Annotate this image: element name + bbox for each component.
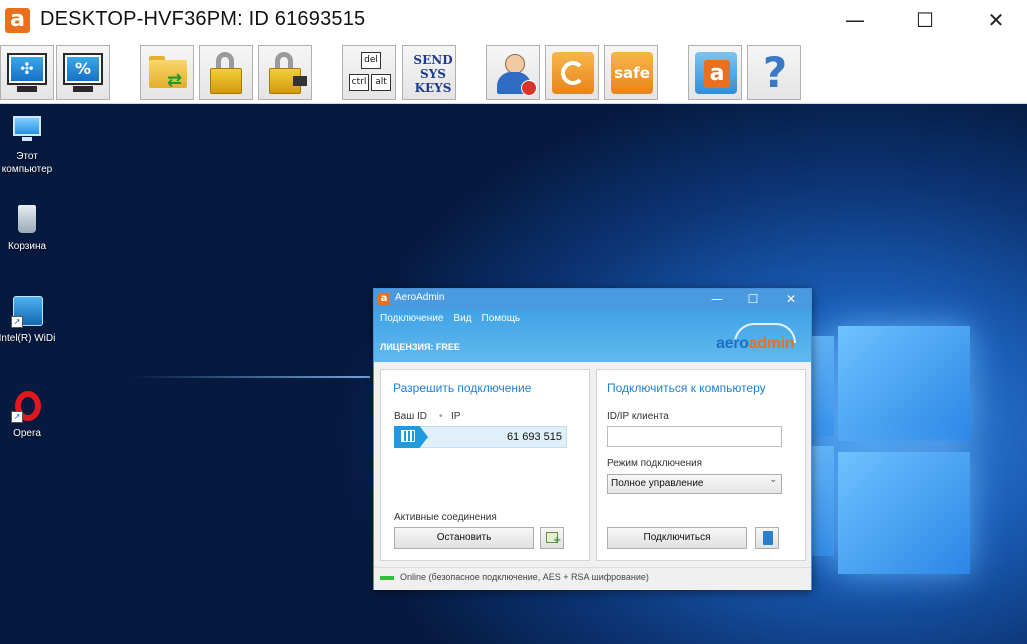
restart-button[interactable] bbox=[545, 45, 599, 100]
safe-mode-button[interactable]: safe bbox=[604, 45, 658, 100]
aeroadmin-logo-icon: a bbox=[693, 50, 737, 95]
block-input-button[interactable] bbox=[199, 45, 253, 100]
sessions-button[interactable]: + bbox=[540, 527, 564, 549]
desktop-icon-label: Intel(R) WiDi bbox=[0, 333, 56, 344]
keyboard-keys-icon: del ctrl alt bbox=[347, 50, 391, 95]
desktop-icon-opera[interactable]: ↗ Opera bbox=[0, 389, 57, 440]
plus-icon: + bbox=[553, 535, 562, 546]
active-connections-label: Активные соединения bbox=[394, 512, 497, 523]
license-label: ЛИЦЕНЗИЯ: FREE bbox=[380, 342, 460, 352]
allow-connection-title: Разрешить подключение bbox=[393, 381, 532, 395]
help-button[interactable]: ? bbox=[747, 45, 801, 100]
block-input-power-button[interactable] bbox=[258, 45, 312, 100]
toolbar: ✣ % ⇄ del ctrl alt SEND SYS KEYS safe a … bbox=[0, 40, 1027, 104]
windows-logo-pane bbox=[812, 336, 834, 436]
aeroadmin-app-icon: a bbox=[378, 293, 390, 305]
aeroadmin-header: Подключение Вид Помощь ЛИЦЕНЗИЯ: FREE ae… bbox=[374, 309, 811, 362]
minimize-button[interactable]: — bbox=[835, 5, 875, 35]
help-icon: ? bbox=[762, 48, 788, 97]
address-book-icon bbox=[763, 531, 773, 545]
aeroadmin-close-button[interactable]: ✕ bbox=[781, 291, 801, 307]
aeroadmin-app-icon: a bbox=[5, 8, 30, 33]
intel-widi-icon: ↗ bbox=[9, 294, 45, 330]
ctrl-alt-del-button[interactable]: del ctrl alt bbox=[342, 45, 396, 100]
menu-connection[interactable]: Подключение bbox=[380, 313, 443, 324]
user-button[interactable] bbox=[486, 45, 540, 100]
recycle-bin-icon bbox=[9, 202, 45, 238]
desktop-icon-computer[interactable]: Этот компьютер bbox=[0, 112, 57, 176]
id-card-icon bbox=[401, 430, 415, 442]
your-id-display: 61 693 515 bbox=[394, 426, 567, 448]
menu-help[interactable]: Помощь bbox=[482, 313, 521, 324]
ip-label[interactable]: IP bbox=[451, 411, 460, 422]
title-bar: a DESKTOP-HVF36PM: ID 61693515 — ☐ ✕ bbox=[0, 0, 1027, 40]
remote-desktop[interactable]: Этот компьютер Корзина ↗ Intel(R) WiDi ↗… bbox=[0, 104, 1027, 644]
desktop-icon-recycle-bin[interactable]: Корзина bbox=[0, 202, 57, 253]
connect-to-computer-title: Подключиться к компьютеру bbox=[607, 381, 766, 395]
aeroadmin-window-title: AeroAdmin bbox=[395, 292, 445, 303]
aeroadmin-menu-bar: Подключение Вид Помощь bbox=[380, 313, 520, 324]
file-transfer-button[interactable]: ⇄ bbox=[140, 45, 194, 100]
chevron-down-icon: ⌄ bbox=[769, 475, 777, 485]
stop-button[interactable]: Остановить bbox=[394, 527, 534, 549]
client-id-input[interactable] bbox=[607, 426, 782, 447]
connect-button[interactable]: Подключиться bbox=[607, 527, 747, 549]
window-title: DESKTOP-HVF36PM: ID 61693515 bbox=[40, 8, 366, 30]
monitor-percent-icon: % bbox=[61, 50, 105, 95]
your-id-label: Ваш ID bbox=[394, 411, 428, 422]
id-arrow-icon bbox=[394, 426, 428, 448]
aeroadmin-minimize-button[interactable]: — bbox=[707, 291, 727, 307]
status-bar: Online (безопасное подключение, AES + RS… bbox=[374, 567, 811, 590]
aeroadmin-title-bar: a AeroAdmin — ☐ ✕ bbox=[374, 289, 811, 309]
windows-logo-pane bbox=[838, 326, 970, 441]
folder-transfer-icon: ⇄ bbox=[145, 50, 189, 95]
address-book-button[interactable] bbox=[755, 527, 779, 549]
connection-mode-value: Полное управление bbox=[611, 478, 704, 489]
desktop-icon-label: Opera bbox=[13, 428, 41, 439]
connect-to-computer-panel: Подключиться к компьютеру ID/IP клиента … bbox=[596, 369, 806, 561]
radio-dot-icon[interactable]: • bbox=[439, 411, 443, 422]
windows-logo-pane bbox=[838, 452, 970, 574]
connection-mode-select[interactable]: Полное управление ⌄ bbox=[607, 474, 782, 494]
close-button[interactable]: ✕ bbox=[976, 5, 1016, 35]
user-icon bbox=[491, 50, 537, 96]
desktop-icon-label: Корзина bbox=[7, 241, 47, 252]
aeroadmin-button[interactable]: a bbox=[688, 45, 742, 100]
menu-view[interactable]: Вид bbox=[453, 313, 471, 324]
desktop-icon-intel-widi[interactable]: ↗ Intel(R) WiDi bbox=[0, 294, 57, 345]
scale-button[interactable]: % bbox=[56, 45, 110, 100]
aeroadmin-window: a AeroAdmin — ☐ ✕ Подключение Вид Помощь… bbox=[373, 288, 812, 590]
windows-logo-pane bbox=[812, 446, 834, 556]
desktop-icon-label: Этот компьютер bbox=[1, 151, 53, 175]
client-id-label: ID/IP клиента bbox=[607, 411, 669, 422]
opera-icon: ↗ bbox=[9, 389, 45, 425]
padlock-plug-icon bbox=[263, 50, 307, 95]
padlock-icon bbox=[204, 50, 248, 95]
safe-mode-icon: safe bbox=[609, 50, 653, 95]
fit-screen-button[interactable]: ✣ bbox=[0, 45, 54, 100]
aeroadmin-maximize-button[interactable]: ☐ bbox=[743, 291, 763, 307]
your-id-value: 61 693 515 bbox=[506, 431, 562, 443]
maximize-button[interactable]: ☐ bbox=[905, 5, 945, 35]
aeroadmin-brand-logo: aeroadmin bbox=[716, 335, 795, 352]
computer-icon bbox=[9, 112, 45, 148]
connection-mode-label: Режим подключения bbox=[607, 458, 703, 469]
monitor-arrows-icon: ✣ bbox=[5, 50, 49, 95]
send-sys-keys-button[interactable]: SEND SYS KEYS bbox=[402, 45, 456, 100]
send-sys-keys-icon: SEND SYS KEYS bbox=[413, 53, 453, 95]
status-text: Online (безопасное подключение, AES + RS… bbox=[400, 572, 649, 582]
allow-connection-panel: Разрешить подключение Ваш ID • IP 61 693… bbox=[380, 369, 590, 561]
restart-icon bbox=[550, 50, 594, 95]
online-indicator bbox=[380, 576, 394, 580]
